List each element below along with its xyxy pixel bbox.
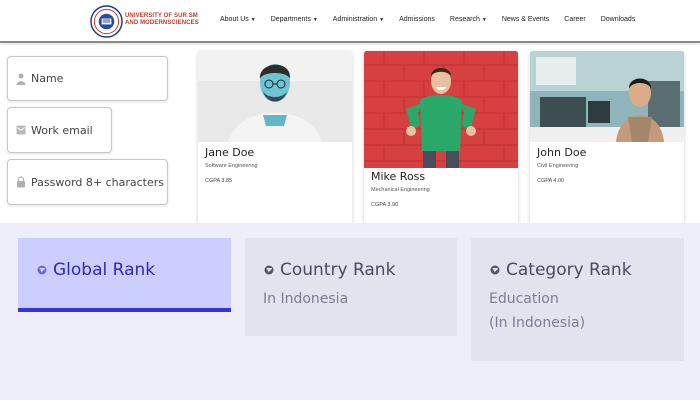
- university-name[interactable]: UNIVERSITY OF SUR SM AND MODERNSCIENCES: [125, 13, 199, 27]
- globe-icon: [490, 265, 500, 275]
- student-name: John Doe: [537, 146, 587, 159]
- rank-subtitle-secondary: (In Indonesia): [489, 315, 586, 331]
- category-rank-tab[interactable]: Category Rank Education (In Indonesia): [471, 238, 684, 361]
- nav-label: Downloads: [600, 16, 636, 23]
- lock-icon: [17, 176, 25, 188]
- rank-title: Category Rank: [490, 260, 632, 280]
- chevron-down-icon: ▼: [481, 17, 487, 23]
- email-placeholder: Work email: [31, 123, 93, 137]
- nav-label: Administration: [332, 16, 378, 23]
- university-name-line1: UNIVERSITY OF SUR SM: [125, 13, 198, 19]
- active-tab-underline: [18, 308, 231, 312]
- password-field[interactable]: Password 8+ characters: [7, 159, 168, 205]
- student-major: Civil Engineering: [537, 163, 579, 169]
- chevron-down-icon: ▼: [250, 17, 256, 23]
- chevron-down-icon: ▼: [312, 17, 318, 23]
- name-field[interactable]: Name: [7, 56, 168, 101]
- student-gpa: CGPA 3.90: [371, 202, 399, 208]
- student-name: Jane Doe: [205, 146, 255, 159]
- nav-downloads[interactable]: Downloads: [601, 16, 636, 23]
- chevron-down-icon: ▼: [379, 17, 385, 23]
- main-nav: About Us ▼ Departments ▼ Administration ▼ A…: [220, 16, 650, 23]
- student-card[interactable]: John Doe Civil Engineering CGPA 4.00: [530, 51, 684, 230]
- student-photo: [198, 51, 352, 142]
- nav-admissions[interactable]: Admissions: [399, 16, 435, 23]
- rank-title-text: Category Rank: [506, 260, 632, 280]
- nav-career[interactable]: Career: [564, 16, 585, 23]
- nav-administration[interactable]: Administration ▼: [333, 16, 384, 23]
- nav-departments[interactable]: Departments ▼: [271, 16, 318, 23]
- student-gpa: CGPA 4.00: [537, 178, 565, 184]
- student-card[interactable]: Jane Doe Software Engineering CGPA 3.85: [198, 51, 352, 230]
- rank-title: Country Rank: [264, 260, 395, 280]
- university-logo[interactable]: [90, 5, 123, 38]
- rank-title-text: Global Rank: [53, 260, 156, 280]
- nav-research[interactable]: Research ▼: [450, 16, 487, 23]
- site-header: UNIVERSITY OF SUR SM AND MODERNSCIENCES …: [0, 0, 700, 43]
- student-major: Mechanical Engineering: [371, 187, 430, 193]
- rank-subtitle: Education: [489, 291, 559, 307]
- user-icon: [16, 73, 26, 85]
- nav-label: About Us: [220, 16, 249, 23]
- student-name: Mike Ross: [371, 170, 426, 183]
- name-placeholder: Name: [31, 72, 64, 85]
- nav-label: Admissions: [399, 16, 435, 23]
- country-rank-tab[interactable]: Country Rank In Indonesia: [245, 238, 457, 336]
- university-name-line2: AND MODERNSCIENCES: [125, 20, 199, 26]
- student-gpa: CGPA 3.85: [205, 178, 233, 184]
- student-photo: [364, 51, 518, 168]
- email-icon: [16, 125, 26, 135]
- rank-title-text: Country Rank: [280, 260, 396, 280]
- nav-label: Career: [564, 16, 586, 23]
- global-rank-tab[interactable]: Global Rank: [18, 238, 231, 312]
- nav-about-us[interactable]: About Us ▼: [220, 16, 256, 23]
- globe-icon: [264, 265, 274, 275]
- top-section: Name Work email Password 8+ characters J…: [0, 45, 700, 257]
- globe-icon: [37, 265, 47, 275]
- nav-news-events[interactable]: News & Events: [502, 16, 549, 23]
- email-field[interactable]: Work email: [7, 107, 112, 153]
- nav-label: Research: [449, 16, 480, 23]
- student-photo: [530, 51, 684, 142]
- nav-label: Departments: [270, 16, 311, 23]
- password-placeholder: Password 8+ characters: [31, 175, 164, 189]
- rank-section: Global Rank Country Rank In Indonesia Ca…: [0, 223, 700, 400]
- rank-title: Global Rank: [37, 260, 155, 280]
- rank-subtitle: In Indonesia: [263, 291, 349, 307]
- student-major: Software Engineering: [205, 163, 258, 169]
- nav-label: News & Events: [501, 16, 550, 23]
